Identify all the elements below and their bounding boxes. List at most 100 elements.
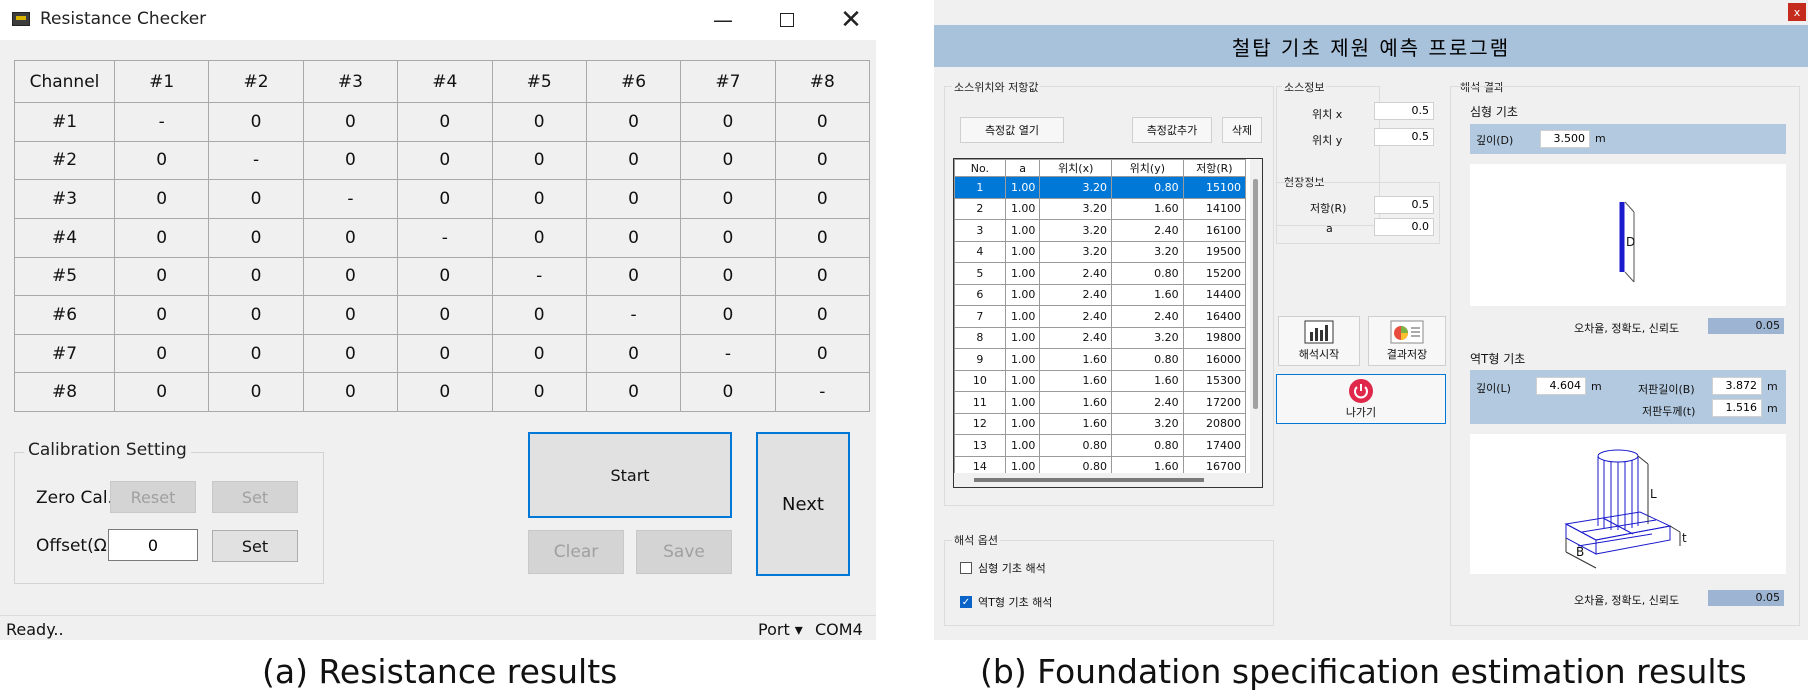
table-cell: 2.40 xyxy=(1111,305,1184,328)
power-icon xyxy=(1349,379,1373,403)
status-text: Ready.. xyxy=(6,620,64,639)
table-row[interactable]: 4 1.00 3.20 3.20 19500 xyxy=(954,240,1247,263)
open-measurements-button[interactable]: 측정값 열기 xyxy=(960,117,1064,143)
table-cell: 16400 xyxy=(1182,305,1247,328)
grid-row: #2 0-0 0 0 0 0 0 xyxy=(14,140,871,181)
grid-cell: 0 xyxy=(585,140,682,181)
grid-cell: 0 xyxy=(491,333,587,374)
table-header[interactable]: a xyxy=(1004,159,1041,177)
grid-cell: 0 xyxy=(302,256,399,297)
close-icon[interactable]: x xyxy=(1788,3,1806,21)
start-button[interactable]: Start xyxy=(528,432,732,518)
port-dropdown[interactable]: Port ▾ xyxy=(758,620,803,639)
table-row[interactable]: 13 1.00 0.80 0.80 17400 xyxy=(954,434,1247,457)
grid-cell: 0 xyxy=(397,102,493,142)
table-row[interactable]: 2 1.00 3.20 1.60 14100 xyxy=(954,197,1247,220)
offset-input[interactable]: 0 xyxy=(108,529,198,561)
grid-cell: 0 xyxy=(208,217,304,258)
error-rate-label-1: 오차율, 정확도, 신뢰도 xyxy=(1574,322,1680,335)
save-results-button[interactable]: 결과저장 xyxy=(1368,316,1446,366)
grid-cell: 0 xyxy=(113,217,210,258)
grid-cell: 0 xyxy=(302,140,399,181)
table-header[interactable]: 위치(y) xyxy=(1111,159,1184,177)
table-row[interactable]: 9 1.00 1.60 0.80 16000 xyxy=(954,348,1247,371)
table-row[interactable]: 12 1.00 1.60 3.20 20800 xyxy=(954,412,1247,435)
clear-button[interactable]: Clear xyxy=(528,530,624,574)
minimize-button[interactable]: — xyxy=(700,4,746,36)
invt-foundation-checkbox[interactable]: ✓ xyxy=(960,596,972,608)
table-cell: 1.60 xyxy=(1039,369,1113,392)
slab-length-unit: m xyxy=(1767,380,1778,393)
grid-row-header: #8 xyxy=(14,372,115,412)
grid-cell: 0 xyxy=(113,179,210,219)
analysis-options-group xyxy=(944,540,1274,626)
analyze-button[interactable]: 해석시작 xyxy=(1278,316,1360,366)
table-cell: 2.40 xyxy=(1111,391,1184,414)
table-row[interactable]: 11 1.00 1.60 2.40 17200 xyxy=(954,391,1247,414)
table-header[interactable]: 저항(R) xyxy=(1182,159,1247,177)
grid-cell: 0 xyxy=(397,372,493,412)
table-row[interactable]: 10 1.00 1.60 1.60 15300 xyxy=(954,369,1247,392)
grid-cell: 0 xyxy=(774,179,871,219)
table-row[interactable]: 3 1.00 3.20 2.40 16100 xyxy=(954,219,1247,242)
table-cell: 17400 xyxy=(1182,434,1247,457)
close-button[interactable]: ✕ xyxy=(828,4,874,36)
table-header[interactable]: No. xyxy=(954,159,1006,177)
table-row[interactable]: 8 1.00 2.40 3.20 19800 xyxy=(954,326,1247,349)
grid-cell: 0 xyxy=(113,295,210,335)
table-cell: 1.00 xyxy=(1004,262,1041,285)
source-info-title: 소스정보 xyxy=(1282,79,1327,95)
save-button[interactable]: Save xyxy=(636,530,732,574)
program-title: 철탑 기초 제원 예측 프로그램 xyxy=(934,25,1808,67)
a-label: a xyxy=(1326,222,1333,235)
grid-cell: 0 xyxy=(680,179,776,219)
a-input[interactable]: 0.0 xyxy=(1374,218,1434,236)
grid-cell: 0 xyxy=(680,295,776,335)
exit-label: 나가기 xyxy=(1345,406,1377,419)
table-cell: 1.00 xyxy=(1004,369,1041,392)
table-row[interactable]: 1 1.00 3.20 0.80 15100 xyxy=(954,176,1247,199)
grid-cell: 0 xyxy=(491,372,587,412)
table-cell: 11 xyxy=(954,391,1006,414)
vertical-scrollbar[interactable] xyxy=(1250,159,1262,487)
zero-set-button[interactable]: Set xyxy=(212,481,298,513)
pos-y-input[interactable]: 0.5 xyxy=(1374,128,1434,146)
offset-set-button[interactable]: Set xyxy=(212,530,298,562)
table-header[interactable]: 위치(x) xyxy=(1039,159,1113,177)
table-cell: 5 xyxy=(954,262,1006,285)
scroll-thumb[interactable] xyxy=(1253,179,1258,409)
table-cell: 1.00 xyxy=(1004,197,1041,220)
next-button[interactable]: Next xyxy=(756,432,850,576)
grid-cell: 0 xyxy=(302,295,399,335)
grid-cell: 0 xyxy=(113,372,210,412)
table-row[interactable]: 7 1.00 2.40 2.40 16400 xyxy=(954,305,1247,328)
grid-cell: 0 xyxy=(208,333,304,374)
resistance-input[interactable]: 0.5 xyxy=(1374,196,1434,214)
table-cell: 0.80 xyxy=(1039,434,1113,457)
maximize-button[interactable] xyxy=(764,4,810,36)
source-resistance-title: 소스위치와 저항값 xyxy=(952,79,1041,95)
table-row[interactable]: 6 1.00 2.40 1.60 14400 xyxy=(954,283,1247,306)
grid-cell: 0 xyxy=(585,372,682,412)
horizontal-scrollbar[interactable] xyxy=(954,473,1250,487)
deep-foundation-checkbox[interactable] xyxy=(960,562,972,574)
grid-header: #2 xyxy=(208,60,304,103)
grid-cell: 0 xyxy=(680,372,776,412)
caption-a: (a) Resistance results xyxy=(262,652,618,691)
grid-cell: - xyxy=(397,217,493,258)
exit-button[interactable]: 나가기 xyxy=(1276,374,1446,424)
reset-button[interactable]: Reset xyxy=(110,481,196,513)
table-cell: 1.60 xyxy=(1039,391,1113,414)
calibration-title: Calibration Setting xyxy=(24,440,191,460)
depth-d-value: 3.500 xyxy=(1540,130,1590,148)
grid-cell: 0 xyxy=(680,217,776,258)
table-cell: 2.40 xyxy=(1039,283,1113,306)
table-cell: 19800 xyxy=(1182,326,1247,349)
grid-cell: 0 xyxy=(302,217,399,258)
add-measurement-button[interactable]: 측정값추가 xyxy=(1132,117,1212,143)
dim-t-label: t xyxy=(1682,531,1687,545)
hscroll-thumb[interactable] xyxy=(974,478,1204,482)
table-row[interactable]: 5 1.00 2.40 0.80 15200 xyxy=(954,262,1247,285)
delete-button[interactable]: 삭제 xyxy=(1222,117,1262,143)
pos-x-input[interactable]: 0.5 xyxy=(1374,102,1434,120)
